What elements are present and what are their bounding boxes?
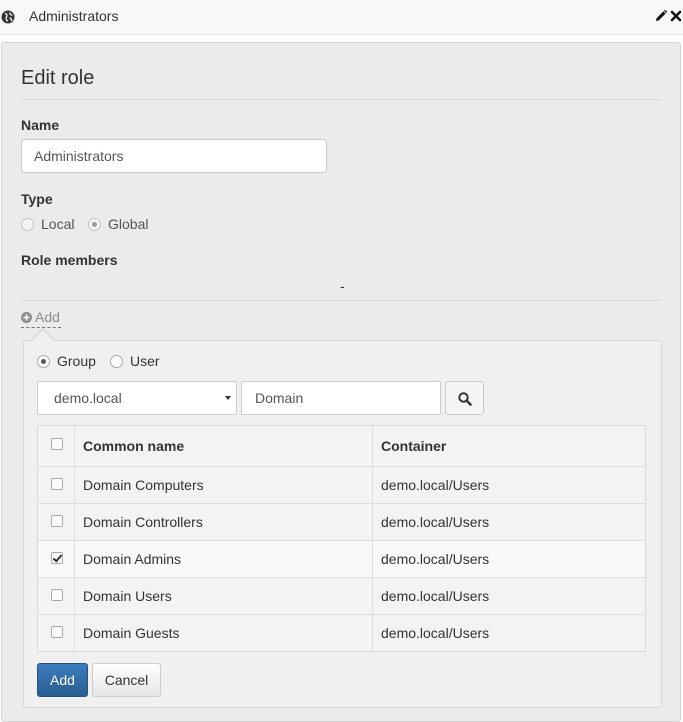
type-local-label: Local [41, 216, 75, 232]
name-label: Name [21, 117, 60, 133]
members-divider [21, 300, 661, 301]
type-label: Type [21, 191, 53, 207]
domain-select-value: demo.local [54, 390, 122, 406]
cancel-button[interactable]: Cancel [92, 663, 161, 697]
add-member-label: Add [35, 309, 60, 325]
table-row[interactable]: Domain Guests demo.local/Users [38, 615, 645, 652]
row-checkbox[interactable] [51, 478, 63, 490]
select-all-checkbox[interactable] [51, 438, 63, 450]
type-local-radio[interactable] [21, 218, 34, 231]
table-header: Common name Container [38, 426, 645, 467]
page-title: Edit role [21, 67, 95, 89]
window-header: Administrators [0, 0, 683, 35]
add-member-link[interactable]: Add [21, 309, 61, 328]
name-field[interactable]: Administrators [21, 139, 327, 173]
row-checkbox[interactable] [51, 552, 63, 564]
table-row[interactable]: Domain Users demo.local/Users [38, 578, 645, 615]
cell-common-name: Domain Admins [83, 551, 182, 567]
cell-common-name: Domain Guests [83, 625, 180, 641]
cell-container: demo.local/Users [381, 625, 490, 641]
cell-container: demo.local/Users [381, 514, 490, 530]
close-icon[interactable] [670, 10, 682, 22]
column-header-container: Container [381, 438, 447, 454]
cell-common-name: Domain Users [83, 588, 172, 604]
pencil-icon[interactable] [655, 10, 667, 22]
row-checkbox[interactable] [51, 626, 63, 638]
cell-common-name: Domain Controllers [83, 514, 203, 530]
type-global-label: Global [108, 216, 149, 232]
cell-common-name: Domain Computers [83, 477, 204, 493]
kind-user-radio[interactable] [110, 355, 123, 368]
kind-group-label: Group [57, 353, 96, 369]
domain-select[interactable]: demo.local [37, 381, 237, 415]
table-row[interactable]: Domain Computers demo.local/Users [38, 467, 645, 504]
role-members-label: Role members [21, 252, 118, 268]
globe-icon [1, 10, 15, 24]
kind-group-radio[interactable] [37, 355, 50, 368]
cell-container: demo.local/Users [381, 477, 490, 493]
type-global-radio[interactable] [88, 218, 101, 231]
plus-circle-icon [21, 312, 32, 323]
column-header-common-name: Common name [83, 438, 185, 454]
heading-divider [21, 99, 661, 100]
table-row[interactable]: Domain Controllers demo.local/Users [38, 504, 645, 541]
caret-down-icon [225, 396, 231, 400]
row-checkbox[interactable] [51, 515, 63, 527]
kind-user-label: User [130, 353, 160, 369]
window-title: Administrators [29, 8, 119, 24]
members-empty-placeholder: - [340, 278, 345, 294]
cell-container: demo.local/Users [381, 551, 490, 567]
results-table: Common name Container Domain Computers d… [37, 425, 646, 652]
table-row[interactable]: Domain Admins demo.local/Users [38, 541, 645, 578]
add-button[interactable]: Add [37, 663, 88, 697]
search-button[interactable] [445, 381, 484, 415]
row-checkbox[interactable] [51, 589, 63, 601]
search-input[interactable]: Domain [241, 381, 441, 415]
cell-container: demo.local/Users [381, 588, 490, 604]
search-icon [458, 392, 472, 406]
